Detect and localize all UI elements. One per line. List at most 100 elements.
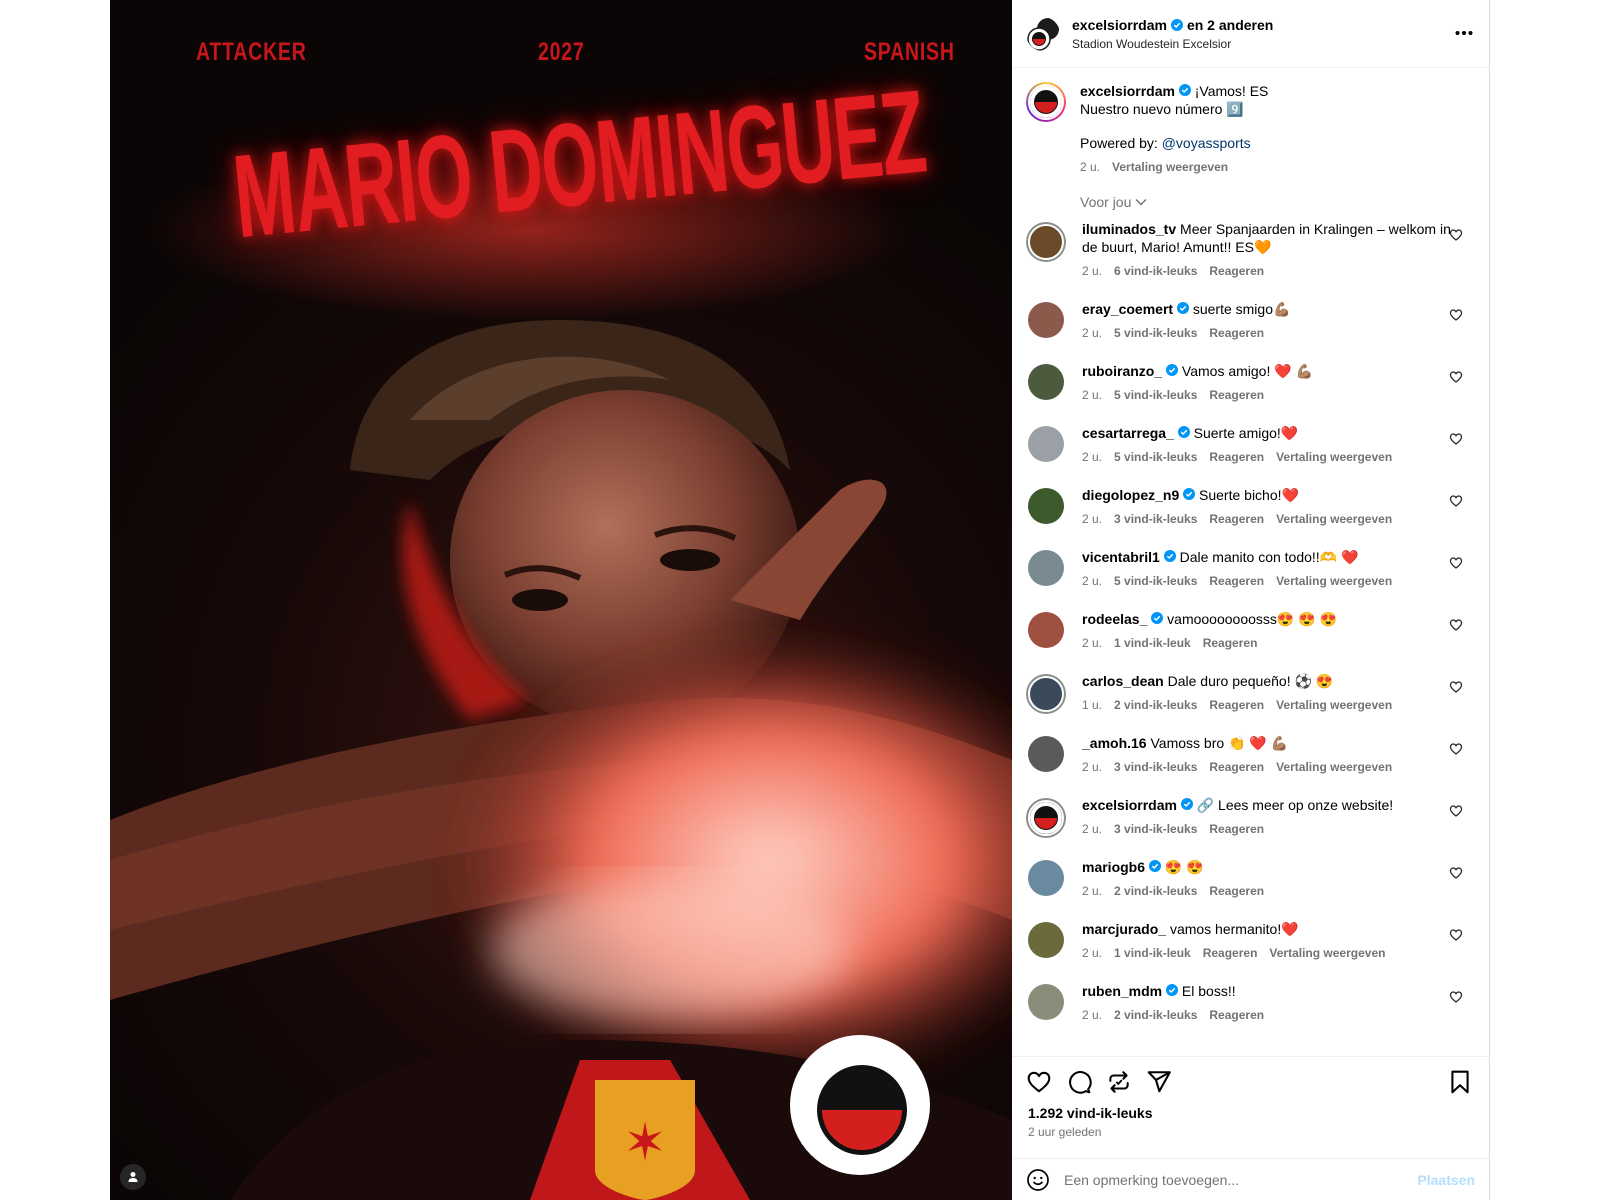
reply-button[interactable]: Reageren <box>1203 944 1258 962</box>
like-comment-heart-icon[interactable] <box>1449 866 1463 880</box>
commenter-avatar[interactable] <box>1028 984 1064 1020</box>
commenter-avatar[interactable] <box>1028 922 1064 958</box>
like-comment-heart-icon[interactable] <box>1449 556 1463 570</box>
repost-icon[interactable] <box>1106 1069 1132 1095</box>
comment-time: 2 u. <box>1082 512 1103 526</box>
commenter-avatar[interactable] <box>1028 488 1064 524</box>
caption-username[interactable]: excelsiorrdam <box>1080 83 1175 99</box>
comment-likes-count[interactable]: 2 vind-ik-leuks <box>1114 882 1197 900</box>
comment-likes-count[interactable]: 5 vind-ik-leuks <box>1114 572 1197 590</box>
commenter-avatar[interactable] <box>1028 364 1064 400</box>
commenter-username[interactable]: excelsiorrdam <box>1082 797 1177 813</box>
comment-likes-count[interactable]: 3 vind-ik-leuks <box>1114 758 1197 776</box>
caption-translate-link[interactable]: Vertaling weergeven <box>1112 158 1228 176</box>
commenter-username[interactable]: vicentabril1 <box>1082 549 1160 565</box>
bookmark-icon[interactable] <box>1447 1069 1473 1095</box>
heart-icon[interactable] <box>1026 1069 1052 1095</box>
more-options-button[interactable] <box>1455 26 1473 36</box>
commenter-username[interactable]: rodeelas_ <box>1082 611 1147 627</box>
location-link[interactable]: Stadion Woudestein Excelsior <box>1072 37 1273 51</box>
comment-item: ruben_mdm El boss!! 2 u. 2 vind-ik-leuks Re… <box>1026 982 1475 1024</box>
reply-button[interactable]: Reageren <box>1209 820 1264 838</box>
caption-avatar[interactable] <box>1026 82 1066 122</box>
reply-button[interactable]: Reageren <box>1209 386 1264 404</box>
like-comment-heart-icon[interactable] <box>1449 618 1463 632</box>
comment-icon[interactable] <box>1066 1069 1092 1095</box>
tagged-users-button[interactable] <box>120 1164 146 1190</box>
translate-link[interactable]: Vertaling weergeven <box>1276 448 1392 466</box>
like-comment-heart-icon[interactable] <box>1449 928 1463 942</box>
translate-link[interactable]: Vertaling weergeven <box>1276 572 1392 590</box>
like-comment-heart-icon[interactable] <box>1449 804 1463 818</box>
reply-button[interactable]: Reageren <box>1209 324 1264 342</box>
translate-link[interactable]: Vertaling weergeven <box>1276 758 1392 776</box>
commenter-avatar[interactable] <box>1028 302 1064 338</box>
emoji-icon[interactable] <box>1026 1168 1050 1192</box>
commenter-username[interactable]: _amoh.16 <box>1082 735 1147 751</box>
comment-sort-dropdown[interactable]: Voor jou <box>1080 194 1475 210</box>
sponsor-mention-link[interactable]: @voyassports <box>1162 135 1251 151</box>
commenter-username[interactable]: marcjurado_ <box>1082 921 1166 937</box>
translate-link[interactable]: Vertaling weergeven <box>1276 510 1392 528</box>
reply-button[interactable]: Reageren <box>1209 758 1264 776</box>
comment-time: 2 u. <box>1082 326 1103 340</box>
comment-likes-count[interactable]: 1 vind-ik-leuk <box>1114 634 1191 652</box>
comments-list[interactable]: excelsiorrdam ¡Vamos! ES Nuestro nuevo n… <box>1012 68 1489 1056</box>
reply-button[interactable]: Reageren <box>1209 262 1264 280</box>
commenter-avatar[interactable] <box>1028 426 1064 462</box>
reply-button[interactable]: Reageren <box>1209 1006 1264 1024</box>
commenter-username[interactable]: iluminados_tv <box>1082 221 1176 237</box>
reply-button[interactable]: Reageren <box>1209 448 1264 466</box>
comment-likes-count[interactable]: 5 vind-ik-leuks <box>1114 386 1197 404</box>
comment-likes-count[interactable]: 2 vind-ik-leuks <box>1114 696 1197 714</box>
reply-button[interactable]: Reageren <box>1209 696 1264 714</box>
collaborators-link[interactable]: en 2 anderen <box>1187 17 1273 33</box>
share-icon[interactable] <box>1146 1069 1172 1095</box>
translate-link[interactable]: Vertaling weergeven <box>1269 944 1385 962</box>
commenter-avatar[interactable] <box>1026 798 1066 838</box>
commenter-avatar[interactable] <box>1028 550 1064 586</box>
reply-button[interactable]: Reageren <box>1203 634 1258 652</box>
commenter-username[interactable]: cesartarrega_ <box>1082 425 1174 441</box>
comment-likes-count[interactable]: 2 vind-ik-leuks <box>1114 1006 1197 1024</box>
like-comment-heart-icon[interactable] <box>1449 370 1463 384</box>
commenter-avatar[interactable] <box>1028 736 1064 772</box>
commenter-username[interactable]: mariogb6 <box>1082 859 1145 875</box>
like-comment-heart-icon[interactable] <box>1449 742 1463 756</box>
commenter-username[interactable]: carlos_dean <box>1082 673 1164 689</box>
comment-likes-count[interactable]: 3 vind-ik-leuks <box>1114 510 1197 528</box>
commenter-avatar[interactable] <box>1026 674 1066 714</box>
commenter-username[interactable]: diegolopez_n9 <box>1082 487 1179 503</box>
post-comment-button[interactable]: Plaatsen <box>1417 1172 1475 1188</box>
commenter-username[interactable]: ruben_mdm <box>1082 983 1162 999</box>
like-comment-heart-icon[interactable] <box>1449 308 1463 322</box>
translate-link[interactable]: Vertaling weergeven <box>1276 696 1392 714</box>
like-comment-heart-icon[interactable] <box>1449 680 1463 694</box>
like-comment-heart-icon[interactable] <box>1449 228 1463 242</box>
comment-likes-count[interactable]: 5 vind-ik-leuks <box>1114 324 1197 342</box>
post-timestamp[interactable]: 2 uur geleden <box>1012 1121 1489 1139</box>
like-comment-heart-icon[interactable] <box>1449 990 1463 1004</box>
post-media[interactable]: ✶ ATTACKER 2027 SPANISH MARIO DOMINGUEZ <box>110 0 1012 1200</box>
caption-time: 2 u. <box>1080 160 1101 174</box>
like-comment-heart-icon[interactable] <box>1449 432 1463 446</box>
reply-button[interactable]: Reageren <box>1209 882 1264 900</box>
author-username[interactable]: excelsiorrdam <box>1072 17 1167 33</box>
commenter-avatar[interactable] <box>1028 612 1064 648</box>
reply-button[interactable]: Reageren <box>1209 510 1264 528</box>
reply-button[interactable]: Reageren <box>1209 572 1264 590</box>
author-avatar[interactable] <box>1026 17 1060 51</box>
comment-input[interactable] <box>1064 1171 1418 1188</box>
like-comment-heart-icon[interactable] <box>1449 494 1463 508</box>
comment-likes-count[interactable]: 3 vind-ik-leuks <box>1114 820 1197 838</box>
verified-badge-icon <box>1163 550 1176 562</box>
comment-likes-count[interactable]: 6 vind-ik-leuks <box>1114 262 1197 280</box>
likes-count[interactable]: 1.292 vind-ik-leuks <box>1012 1095 1489 1121</box>
commenter-username[interactable]: eray_coemert <box>1082 301 1173 317</box>
comment-likes-count[interactable]: 1 vind-ik-leuk <box>1114 944 1191 962</box>
commenter-username[interactable]: ruboiranzo_ <box>1082 363 1162 379</box>
commenter-avatar[interactable] <box>1028 860 1064 896</box>
comment-likes-count[interactable]: 5 vind-ik-leuks <box>1114 448 1197 466</box>
commenter-avatar[interactable] <box>1026 222 1066 262</box>
comment-text: 😍 😍 <box>1164 859 1204 875</box>
